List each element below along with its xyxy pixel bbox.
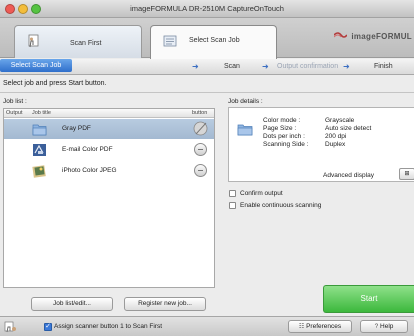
preferences-label: Preferences: [306, 323, 342, 330]
help-button[interactable]: ? Help: [360, 320, 408, 333]
detail-value-color-mode: Grayscale: [325, 117, 355, 124]
mode-tab-strip: Scan First Select Scan Job imageFORMUL: [0, 18, 414, 59]
step-arrow-icon: ➜: [192, 62, 199, 71]
advanced-display-label: Advanced display: [323, 172, 374, 179]
divider: [0, 92, 414, 93]
job-list-table[interactable]: Output Job title button Gray PDF E-mail …: [3, 108, 215, 288]
detail-value-scanning-side: Duplex: [325, 141, 346, 148]
scan-first-icon: [28, 34, 39, 48]
step-arrow-icon: ➜: [343, 62, 350, 71]
job-title: iPhoto Color JPEG: [62, 167, 117, 174]
tab-select-scan-job-label: Select Scan Job: [189, 37, 240, 44]
title-bar[interactable]: imageFORMULA DR-2510M CaptureOnTouch: [0, 0, 414, 18]
job-title: E-mail Color PDF: [62, 146, 113, 153]
step-finish: Finish: [374, 63, 393, 70]
detail-key-dpi: Dots per inch :: [263, 133, 305, 140]
folder-icon: [32, 124, 47, 136]
job-row-iphoto-color-jpeg[interactable]: iPhoto Color JPEG: [4, 161, 214, 181]
help-label: Help: [380, 323, 394, 330]
detail-value-page-size: Auto size detect: [325, 125, 372, 132]
instruction-text: Select job and press Start button.: [3, 80, 107, 87]
scanner-button-toggle[interactable]: [194, 143, 207, 156]
step-output-confirmation: Output confirmation: [277, 63, 339, 70]
detail-key-page-size: Page Size :: [263, 125, 297, 132]
tab-select-scan-job[interactable]: Select Scan Job: [150, 25, 277, 59]
confirm-output-checkbox[interactable]: [229, 190, 236, 197]
preferences-button[interactable]: ☷ Preferences: [288, 320, 352, 333]
window-title: imageFORMULA DR-2510M CaptureOnTouch: [130, 4, 284, 13]
brand-logo-text: imageFORMUL: [351, 32, 412, 41]
job-details-label: Job details :: [228, 98, 263, 105]
confirm-output-label: Confirm output: [240, 190, 283, 197]
scan-first-icon: [4, 321, 16, 333]
step-select-scan-job: Select Scan Job: [0, 59, 72, 72]
detail-key-scanning-side: Scanning Side :: [263, 141, 309, 148]
preferences-icon: ☷: [298, 324, 305, 330]
question-icon: ?: [374, 323, 379, 330]
detail-key-color-mode: Color mode :: [263, 117, 301, 124]
register-new-job-button[interactable]: Register new job...: [124, 297, 206, 311]
column-header-button: button: [192, 110, 208, 116]
bottom-bar: ✓ Assign scanner button 1 to Scan First …: [0, 316, 414, 336]
brand-logo-icon: [334, 32, 348, 38]
job-list-header: Output Job title button: [4, 109, 214, 118]
continuous-scanning-checkbox[interactable]: [229, 202, 236, 209]
start-button[interactable]: Start: [323, 285, 414, 313]
step-arrow-icon: ➜: [262, 62, 269, 71]
scanner-button-assigned-icon[interactable]: [193, 121, 208, 136]
tab-scan-first-label: Scan First: [70, 40, 102, 47]
folder-icon: [237, 124, 253, 136]
job-list-label: Job list :: [3, 98, 27, 105]
job-list-edit-button[interactable]: Job list/edit...: [31, 297, 113, 311]
brand-logo: imageFORMUL: [334, 32, 412, 41]
scanner-button-toggle[interactable]: [194, 164, 207, 177]
job-details-panel: Color mode : Grayscale Page Size : Auto …: [228, 107, 414, 182]
detail-value-dpi: 200 dpi: [325, 133, 347, 140]
advanced-display-button[interactable]: ⊞: [399, 168, 414, 180]
assign-scanner-button-checkbox[interactable]: ✓: [44, 323, 52, 331]
step-indicator: Select Scan Job ➜ Scan ➜ Output confirma…: [0, 59, 414, 75]
app-window: imageFORMULA DR-2510M CaptureOnTouch Sca…: [0, 0, 414, 336]
assign-scanner-button-label: Assign scanner button 1 to Scan First: [54, 323, 163, 330]
iphoto-icon: [32, 165, 46, 178]
job-row-gray-pdf[interactable]: Gray PDF: [4, 119, 214, 139]
column-header-output: Output: [6, 110, 23, 116]
column-header-job-title: Job title: [32, 110, 51, 116]
step-scan: Scan: [224, 63, 240, 70]
tab-scan-first[interactable]: Scan First: [14, 25, 142, 58]
job-title: Gray PDF: [62, 125, 91, 132]
email-icon: [33, 144, 46, 156]
select-scan-job-icon: [163, 35, 177, 47]
job-row-email-color-pdf[interactable]: E-mail Color PDF: [4, 140, 214, 160]
continuous-scanning-label: Enable continuous scanning: [240, 202, 322, 209]
